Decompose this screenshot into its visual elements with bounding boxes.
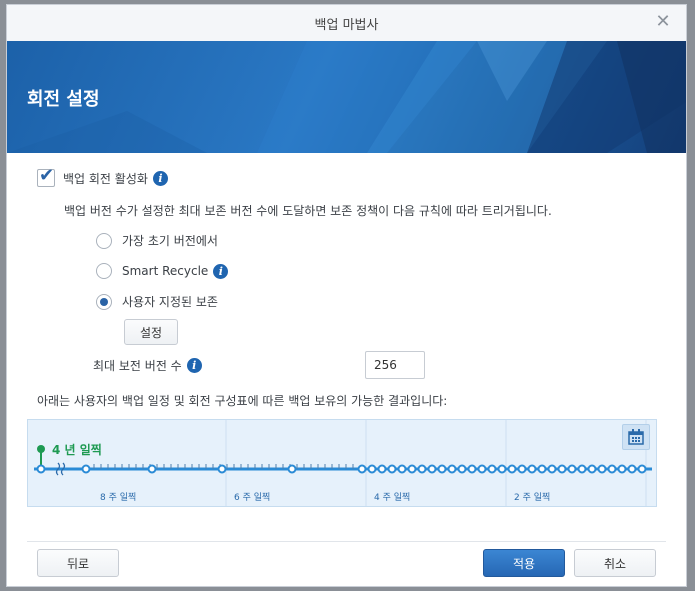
backup-point bbox=[577, 464, 587, 474]
info-icon[interactable]: i bbox=[213, 263, 229, 279]
info-icon[interactable]: i bbox=[152, 170, 168, 186]
backup-point bbox=[407, 464, 417, 474]
backup-point bbox=[587, 464, 597, 474]
radio-label: 가장 초기 버전에서 bbox=[122, 234, 218, 248]
backup-point bbox=[567, 464, 577, 474]
backup-point bbox=[607, 464, 617, 474]
settings-button[interactable]: 설정 bbox=[124, 319, 178, 345]
backup-point bbox=[147, 464, 157, 474]
backup-point bbox=[467, 464, 477, 474]
retention-timeline: 4 년 일찍 8 주 일찍 6 주 일찍 4 주 일찍 2 주 일찍 bbox=[27, 419, 657, 507]
backup-point bbox=[537, 464, 547, 474]
backup-point bbox=[477, 464, 487, 474]
backup-point bbox=[36, 464, 46, 474]
radio-option-custom-retention[interactable]: 사용자 지정된 보존 bbox=[96, 293, 218, 310]
backup-point bbox=[217, 464, 227, 474]
backup-point bbox=[557, 464, 567, 474]
backup-point bbox=[387, 464, 397, 474]
radio-button[interactable] bbox=[96, 232, 112, 249]
max-versions-row: 최대 보전 버전 수 i bbox=[93, 357, 202, 374]
backup-point bbox=[367, 464, 377, 474]
radio-button-selected[interactable] bbox=[96, 293, 112, 310]
rotation-description: 백업 버전 수가 설정한 최대 보존 버전 수에 도달하면 보존 정책이 다음 … bbox=[64, 202, 552, 219]
max-versions-label: 최대 보전 버전 수 bbox=[93, 359, 182, 373]
timeline-marker-label: 4 년 일찍 bbox=[52, 443, 102, 457]
checkmark-icon: ✔ bbox=[39, 165, 55, 186]
backup-point bbox=[497, 464, 507, 474]
backup-point bbox=[81, 464, 91, 474]
backup-point bbox=[377, 464, 387, 474]
page-title: 회전 설정 bbox=[27, 89, 100, 110]
backup-point bbox=[627, 464, 637, 474]
backup-point bbox=[427, 464, 437, 474]
timeline-marker-head bbox=[37, 445, 45, 453]
calendar-glyph bbox=[628, 429, 644, 445]
backup-wizard-dialog: 백업 마법사 ✕ 회전 설정 ✔ 백업 회전 활성화 i 백업 버전 수가 설정… bbox=[6, 4, 687, 587]
backup-point bbox=[437, 464, 447, 474]
close-icon[interactable]: ✕ bbox=[654, 13, 672, 31]
week-label: 8 주 일찍 bbox=[100, 493, 137, 503]
back-button[interactable]: 뒤로 bbox=[37, 549, 119, 577]
backup-point bbox=[597, 464, 607, 474]
week-label: 2 주 일찍 bbox=[514, 493, 551, 503]
week-label: 6 주 일찍 bbox=[234, 493, 271, 503]
backup-point bbox=[447, 464, 457, 474]
radio-label: Smart Recycle bbox=[122, 264, 209, 278]
backup-point bbox=[457, 464, 467, 474]
backup-point bbox=[517, 464, 527, 474]
cancel-button[interactable]: 취소 bbox=[574, 549, 656, 577]
footer-divider bbox=[27, 541, 666, 542]
backup-point bbox=[397, 464, 407, 474]
radio-button[interactable] bbox=[96, 263, 112, 279]
backup-point bbox=[637, 464, 647, 474]
timeline-caption-text: 아래는 사용자의 백업 일정 및 회전 구성표에 따른 백업 보유의 가능한 결… bbox=[37, 394, 448, 408]
header-banner: 회전 설정 bbox=[7, 41, 686, 153]
backup-point bbox=[487, 464, 497, 474]
title-bar: 백업 마법사 ✕ bbox=[7, 5, 686, 42]
banner-background-graphic bbox=[7, 41, 686, 153]
enable-rotation-checkbox[interactable]: ✔ bbox=[37, 165, 55, 187]
enable-rotation-label: 백업 회전 활성화 bbox=[63, 171, 148, 186]
window-title: 백업 마법사 bbox=[314, 17, 379, 33]
backup-point bbox=[547, 464, 557, 474]
radio-option-earliest[interactable]: 가장 초기 버전에서 bbox=[96, 232, 218, 249]
backup-point bbox=[507, 464, 517, 474]
backup-point bbox=[527, 464, 537, 474]
info-icon[interactable]: i bbox=[186, 358, 202, 373]
timeline-caption: 아래는 사용자의 백업 일정 및 회전 구성표에 따른 백업 보유의 가능한 결… bbox=[37, 392, 447, 409]
enable-rotation-row: ✔ 백업 회전 활성화 i bbox=[37, 165, 168, 187]
backup-point bbox=[287, 464, 297, 474]
max-versions-input[interactable]: 256 bbox=[365, 351, 425, 379]
backup-point bbox=[617, 464, 627, 474]
backup-point bbox=[357, 464, 367, 474]
week-label: 4 주 일찍 bbox=[374, 493, 411, 503]
radio-label: 사용자 지정된 보존 bbox=[122, 295, 218, 309]
rotation-description-text: 백업 버전 수가 설정한 최대 보존 버전 수에 도달하면 보존 정책이 다음 … bbox=[64, 204, 552, 218]
calendar-icon[interactable] bbox=[622, 424, 650, 450]
backup-point bbox=[417, 464, 427, 474]
radio-option-smart-recycle[interactable]: Smart Recycle i bbox=[96, 263, 229, 279]
apply-button[interactable]: 적용 bbox=[483, 549, 565, 577]
